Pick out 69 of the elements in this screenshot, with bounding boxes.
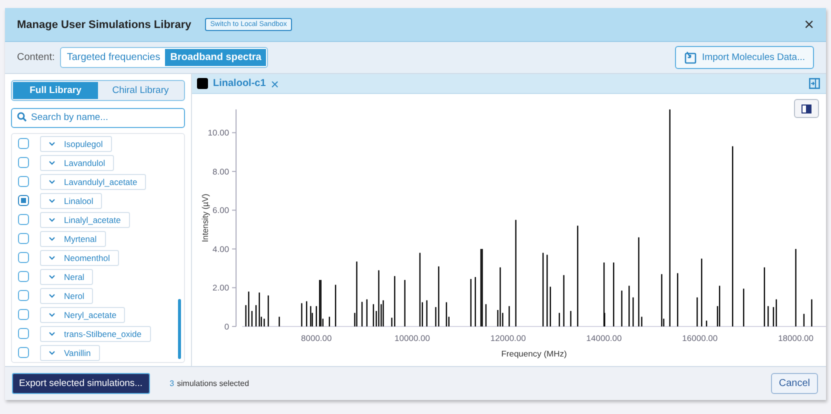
molecule-dropdown[interactable]: Lavandulyl_acetate	[40, 174, 146, 190]
x-tick-label: 14000.00	[586, 333, 622, 343]
chevron-icon	[48, 140, 56, 146]
spectrum-tab[interactable]: Linalool-c1	[213, 78, 266, 89]
chevron-icon	[48, 178, 56, 184]
chevron-icon	[48, 292, 56, 298]
chevron-icon	[48, 160, 56, 166]
molecule-dropdown[interactable]: Myrtenal	[40, 230, 106, 246]
checkbox[interactable]	[18, 214, 29, 225]
scrollbar[interactable]	[178, 299, 181, 359]
window-title: Manage User Simulations Library	[17, 18, 192, 30]
import-icon	[684, 51, 698, 64]
y-tick-label: 8.00	[212, 166, 230, 176]
checkbox[interactable]	[18, 233, 29, 244]
checkbox[interactable]	[18, 328, 29, 339]
x-tick-label: 16000.00	[682, 333, 718, 343]
y-tick-label: 6.00	[212, 205, 230, 216]
search-icon	[17, 112, 27, 122]
molecule-dropdown[interactable]: trans-Stilbene_oxide	[40, 326, 150, 342]
content-tab[interactable]: Broadband spectra	[165, 49, 266, 66]
checkbox[interactable]	[18, 252, 29, 263]
checkbox[interactable]	[18, 138, 29, 149]
close-tab-button[interactable]: ×	[270, 76, 279, 90]
chevron-icon	[48, 216, 56, 222]
pane-toggle-button[interactable]	[794, 99, 819, 118]
y-axis-title: Intensity (µV)	[200, 194, 210, 242]
chevron-icon	[48, 254, 56, 260]
molecule-dropdown[interactable]: Vanillin	[40, 344, 100, 360]
selection-status: simulations selected	[177, 379, 250, 388]
panel-icon[interactable]	[809, 78, 820, 89]
checkbox[interactable]	[18, 176, 29, 187]
chevron-icon	[48, 236, 56, 242]
chevron-icon	[48, 274, 56, 280]
x-tick-label: 10000.00	[394, 333, 430, 343]
search-field[interactable]: Search by name...	[11, 108, 185, 128]
chevron-icon	[48, 312, 56, 318]
checkbox[interactable]	[18, 290, 29, 301]
y-tick-label: 2.00	[212, 282, 230, 293]
checkbox[interactable]	[18, 309, 29, 320]
molecule-dropdown[interactable]: Linalyl_acetate	[40, 212, 130, 228]
x-tick-label: 12000.00	[490, 333, 526, 343]
chevron-icon	[48, 330, 56, 336]
selection-count: 3	[170, 379, 174, 388]
molecule-dropdown[interactable]: Linalool	[40, 192, 102, 208]
chevron-icon	[48, 198, 56, 204]
close-button[interactable]: ×	[804, 14, 814, 34]
sidebar-icon	[801, 104, 812, 114]
y-tick-label: 10.00	[208, 128, 230, 138]
molecule-dropdown[interactable]: Neomenthol	[40, 250, 119, 266]
checkbox[interactable]	[18, 157, 29, 168]
molecule-dropdown[interactable]: Lavandulol	[40, 154, 114, 170]
library-tab[interactable]: Full Library	[13, 82, 98, 99]
molecule-dropdown[interactable]: Neryl_acetate	[40, 306, 126, 322]
export-button[interactable]: Export selected simulations...	[12, 373, 150, 394]
y-tick-label: 0	[224, 322, 230, 332]
checkbox[interactable]	[18, 271, 29, 282]
cancel-button[interactable]: Cancel	[770, 373, 818, 394]
x-tick-label: 18000.00	[778, 333, 814, 343]
checkbox[interactable]	[18, 195, 29, 206]
molecule-dropdown[interactable]: Neral	[40, 268, 94, 284]
x-axis-title: Frequency (MHz)	[501, 348, 567, 358]
x-tick-label: 8000.00	[301, 333, 332, 343]
molecule-dropdown[interactable]: Nerol	[40, 288, 94, 304]
checkbox[interactable]	[18, 347, 29, 358]
import-button[interactable]: Import Molecules Data...	[675, 46, 814, 69]
y-tick-label: 4.00	[212, 244, 230, 254]
content-label: Content:	[17, 52, 55, 63]
molecule-dropdown[interactable]: Isopulegol	[40, 136, 112, 152]
chevron-icon	[48, 350, 56, 356]
